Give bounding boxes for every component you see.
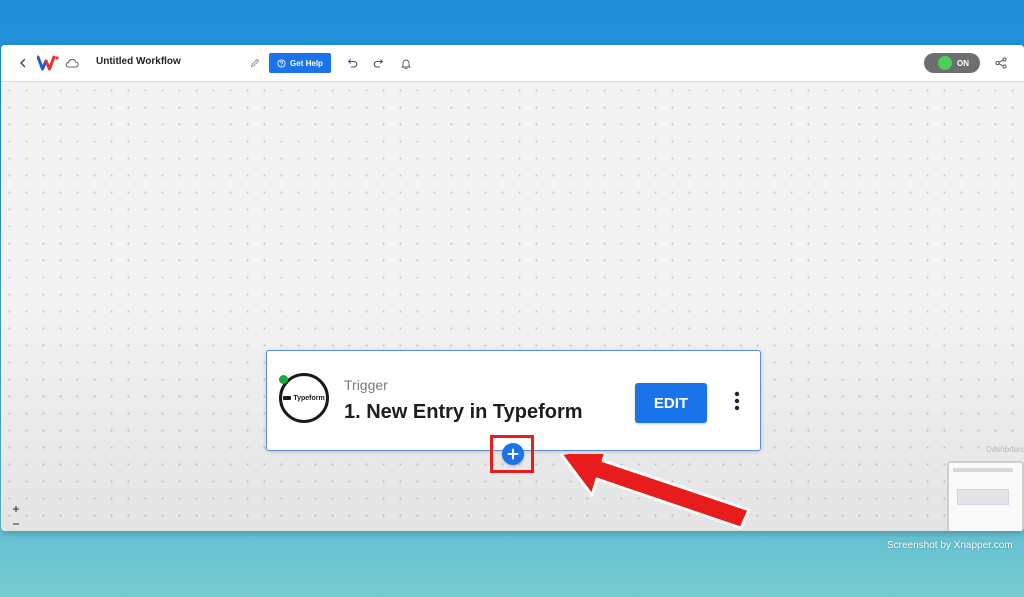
undo-icon	[347, 59, 358, 68]
bell-icon	[401, 59, 411, 69]
redo-icon	[373, 59, 384, 68]
w-logo-icon	[37, 55, 59, 71]
plus-icon	[507, 448, 519, 460]
redo-button[interactable]	[371, 55, 387, 71]
chevron-left-icon	[20, 58, 26, 68]
watermark: Screenshot by Xnapper.com	[887, 540, 1013, 551]
pencil-icon	[250, 58, 260, 68]
undo-button[interactable]	[344, 55, 360, 71]
step-title: 1. New Entry in Typeform	[344, 401, 583, 423]
zoom-out-button[interactable]	[9, 517, 23, 530]
get-help-button[interactable]: Get Help	[269, 53, 331, 73]
cloud-icon	[65, 58, 79, 68]
notifications-button[interactable]	[398, 55, 414, 71]
minus-icon	[13, 522, 19, 525]
minimap-toolbar	[953, 468, 1013, 472]
cloud-save-icon[interactable]	[64, 55, 80, 71]
app-icon-text: Typeform	[293, 394, 325, 402]
back-button[interactable]	[14, 54, 32, 72]
minimap-label: Dashboard	[986, 445, 1024, 454]
zoom-controls	[9, 502, 23, 531]
minimap[interactable]	[947, 461, 1024, 531]
get-help-label: Get Help	[290, 58, 323, 68]
status-dot	[279, 375, 288, 384]
edit-button[interactable]: EDIT	[635, 383, 707, 423]
logo[interactable]	[37, 53, 59, 73]
red-arrow-annotation	[559, 454, 751, 529]
add-step-button[interactable]	[502, 443, 524, 465]
share-button[interactable]	[993, 55, 1009, 71]
workflow-title[interactable]: Untitled Workflow	[96, 56, 181, 67]
rename-button[interactable]	[247, 55, 263, 71]
typeform-logo-mark	[283, 396, 292, 400]
top-toolbar: Untitled Workflow Get Help ON	[1, 45, 1024, 82]
toggle-label: ON	[957, 58, 969, 68]
workflow-on-toggle[interactable]: ON	[924, 53, 980, 73]
app-window: Untitled Workflow Get Help ON Typeform T…	[1, 45, 1024, 531]
help-circle-icon	[277, 58, 286, 68]
more-vertical-icon[interactable]	[729, 389, 745, 413]
workflow-canvas[interactable]: Typeform Trigger 1. New Entry in Typefor…	[1, 82, 1024, 531]
share-icon	[995, 57, 1007, 69]
plus-icon	[13, 505, 19, 512]
minimap-node	[957, 489, 1009, 505]
step-type-label: Trigger	[344, 377, 388, 393]
toggle-knob	[938, 56, 952, 70]
zoom-in-button[interactable]	[9, 502, 23, 515]
